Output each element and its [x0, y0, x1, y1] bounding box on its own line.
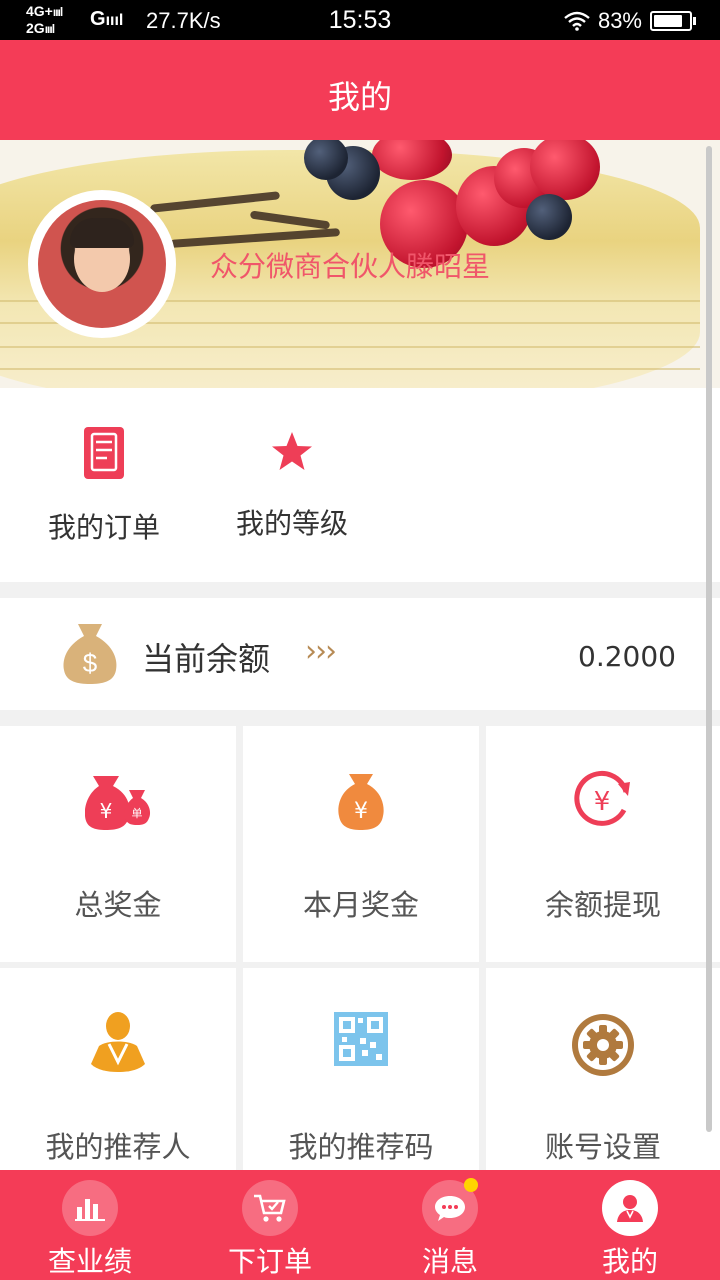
bottom-tab-bar: 查业绩 下订单 消息 我的: [0, 1170, 720, 1280]
my-referrer-tile[interactable]: 我的推荐人: [0, 968, 236, 1204]
tab-performance-label: 查业绩: [47, 1245, 132, 1278]
total-bonus-tile[interactable]: ¥ 单 总奖金: [0, 726, 236, 962]
tab-messages[interactable]: 消息: [360, 1170, 540, 1280]
battery-icon: [650, 11, 696, 31]
message-icon: [435, 1196, 465, 1221]
quick-links-card: 我的订单 我的等级: [0, 388, 720, 582]
svg-text:¥: ¥: [100, 799, 113, 823]
qr-code-icon: [334, 1012, 388, 1066]
scrollbar[interactable]: [706, 146, 712, 1132]
profile-banner: 众分微商合伙人滕昭星: [0, 140, 720, 388]
bar-chart-icon: [75, 1199, 105, 1221]
status-bar: 4G+ıııl 2Gıııl Gıııl 27.7K/s 15:53 83%: [0, 0, 720, 40]
my-referrer-label: 我的推荐人: [45, 1130, 191, 1164]
avatar[interactable]: [38, 200, 166, 328]
money-bags-icon: ¥ 单: [85, 776, 151, 830]
money-bag-icon: ¥: [338, 774, 384, 830]
cart-icon: [254, 1194, 286, 1222]
svg-text:¥: ¥: [594, 787, 611, 817]
total-bonus-label: 总奖金: [74, 888, 162, 922]
app-header: 我的: [0, 40, 720, 140]
referrer-person-icon: [91, 1012, 145, 1072]
battery-status: 83%: [564, 8, 696, 34]
tab-mine-label: 我的: [601, 1245, 658, 1278]
tab-mine[interactable]: 我的: [540, 1170, 720, 1280]
account-settings-tile[interactable]: 账号设置: [486, 968, 720, 1204]
star-icon: [272, 432, 312, 470]
withdraw-label: 余额提现: [544, 888, 661, 922]
order-document-icon: [84, 427, 124, 479]
my-level-link[interactable]: 我的等级: [226, 428, 358, 542]
wifi-icon: [564, 11, 590, 31]
my-orders-label: 我的订单: [47, 511, 160, 544]
user-icon: [617, 1195, 643, 1222]
svg-text:¥: ¥: [354, 799, 368, 824]
my-level-label: 我的等级: [235, 507, 348, 540]
my-orders-link[interactable]: 我的订单: [40, 426, 168, 546]
balance-arrows-icon: ›››: [305, 634, 337, 669]
balance-value: 0.2000: [578, 640, 676, 673]
monthly-bonus-tile[interactable]: ¥ 本月奖金: [243, 726, 479, 962]
my-referral-code-tile[interactable]: 我的推荐码: [243, 968, 479, 1204]
tab-performance[interactable]: 查业绩: [0, 1170, 180, 1280]
svg-text:单: 单: [132, 807, 143, 820]
account-settings-label: 账号设置: [544, 1130, 661, 1164]
monthly-bonus-label: 本月奖金: [302, 888, 419, 922]
tab-place-order[interactable]: 下订单: [180, 1170, 360, 1280]
unread-badge: [464, 1178, 478, 1192]
gear-icon: [572, 1014, 634, 1076]
username: 众分微商合伙人滕昭星: [210, 250, 491, 283]
tab-messages-label: 消息: [421, 1245, 478, 1278]
balance-row[interactable]: $ 当前余额 ››› 0.2000: [0, 598, 720, 710]
page-title: 我的: [327, 78, 392, 116]
withdraw-tile[interactable]: ¥ 余额提现: [486, 726, 720, 962]
money-bag-icon: $: [63, 624, 117, 684]
tab-place-order-label: 下订单: [227, 1245, 312, 1278]
svg-text:$: $: [83, 648, 98, 678]
yuan-refresh-icon: ¥: [574, 770, 630, 826]
balance-label: 当前余额: [142, 640, 271, 678]
battery-percent: 83%: [597, 8, 642, 33]
my-referral-code-label: 我的推荐码: [288, 1130, 434, 1164]
